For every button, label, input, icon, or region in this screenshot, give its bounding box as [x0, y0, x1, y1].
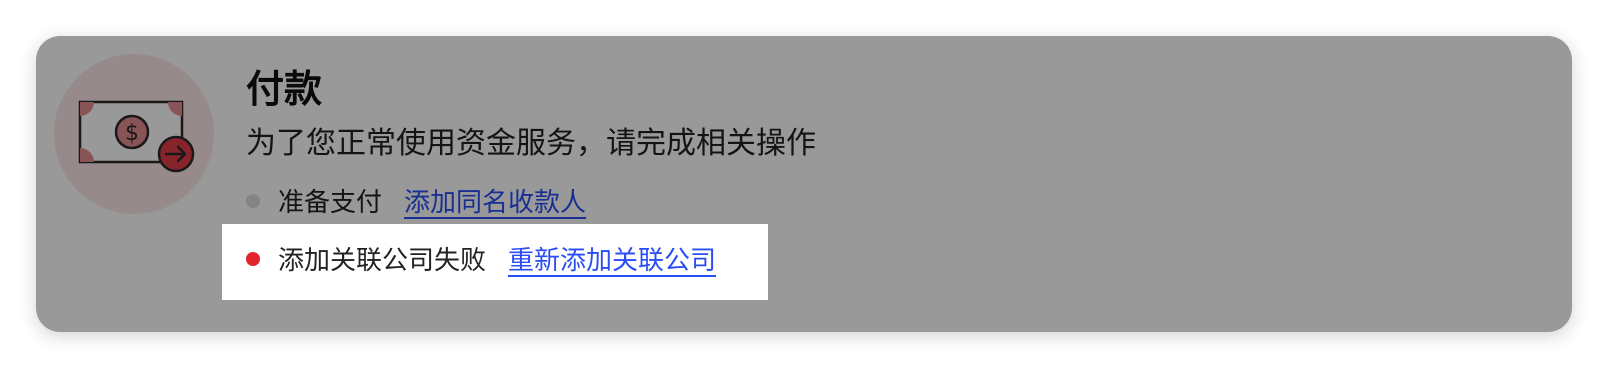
- add-same-name-payee-link[interactable]: 添加同名收款人: [404, 182, 586, 219]
- money-transfer-icon: $: [54, 54, 214, 214]
- svg-text:$: $: [125, 121, 139, 146]
- error-status-dot: [246, 251, 260, 266]
- payment-card: $ 付款 为了您正常使用资金服务，请完成相关操作 准备支付 添加同名收款人 添加…: [36, 36, 1572, 332]
- step-row-prepare-payment: 准备支付 添加同名收款人: [246, 182, 586, 219]
- step-label: 准备支付: [278, 188, 383, 218]
- step-row-add-affiliate-failed: 添加关联公司失败 重新添加关联公司: [246, 240, 716, 277]
- re-add-affiliate-link[interactable]: 重新添加关联公司: [508, 240, 716, 277]
- pending-status-dot: [246, 193, 260, 208]
- step-label: 添加关联公司失败: [278, 246, 487, 276]
- card-subtitle: 为了您正常使用资金服务，请完成相关操作: [246, 126, 816, 161]
- card-title: 付款: [246, 67, 323, 111]
- highlighted-step: 添加关联公司失败 重新添加关联公司: [222, 224, 768, 300]
